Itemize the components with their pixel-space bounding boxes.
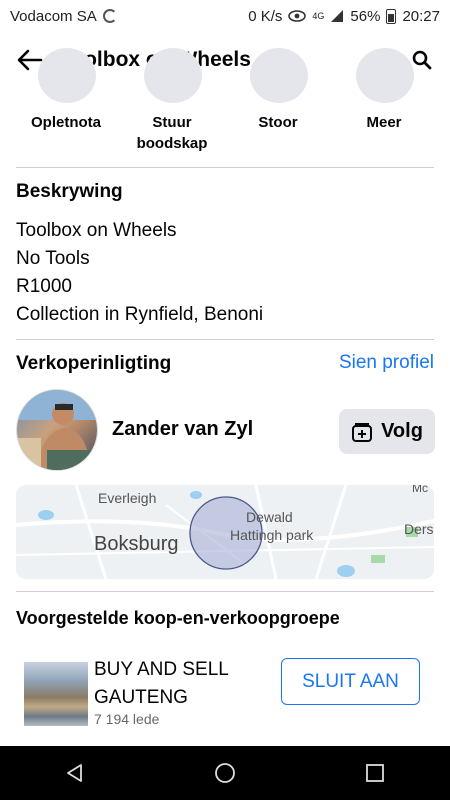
seller-avatar[interactable] [16, 389, 98, 471]
description-line: R1000 [16, 276, 72, 297]
description-body: Toolbox on Wheels No Tools R1000 Collect… [16, 217, 263, 329]
network-type: 4G [312, 11, 325, 21]
eye-icon [288, 10, 307, 22]
battery-icon [386, 8, 397, 24]
message-button[interactable]: Stuur boodskap [122, 48, 222, 168]
join-group-button[interactable]: SLUIT AAN [281, 658, 420, 705]
location-map[interactable]: Everleigh Boksburg Dewald Hattingh park … [16, 485, 434, 579]
map-label: Mc [412, 485, 428, 495]
more-label: Meer [366, 114, 402, 131]
map-roads [16, 485, 434, 579]
view-profile-link[interactable]: Sien profiel [339, 352, 434, 374]
save-label: Stoor [258, 114, 298, 131]
carrier-label: Vodacom SA [10, 7, 97, 25]
groups-heading: Voorgestelde koop-en-verkoopgroepe [16, 608, 340, 628]
battery-percent: 56% [350, 7, 381, 25]
recents-nav-icon[interactable] [364, 762, 386, 784]
map-label: Boksburg [94, 533, 179, 555]
seller-heading: Verkoperinligting [16, 353, 172, 374]
home-nav-icon[interactable] [214, 762, 236, 784]
listing-actions: Opletnota Stuur boodskap Stoor Meer [16, 48, 434, 168]
search-icon [412, 50, 432, 70]
map-label: Everleigh [98, 490, 157, 506]
page-title: Toolbox on Wheels [60, 48, 251, 71]
map-label: Hattingh park [230, 527, 314, 543]
avatar-photo [17, 390, 97, 470]
note-label: Opletnota [31, 114, 101, 131]
description-heading: Beskrywing [16, 181, 123, 202]
map-label: Dersl [404, 521, 434, 537]
note-button[interactable]: Opletnota [16, 48, 116, 168]
follow-label: Volg [381, 420, 423, 442]
divider [16, 167, 434, 168]
back-nav-icon[interactable] [64, 762, 86, 784]
network-speed: 0 K/s [248, 7, 283, 25]
follow-button[interactable]: Volg [339, 409, 435, 454]
divider [16, 591, 434, 592]
description-line: Toolbox on Wheels [16, 220, 177, 241]
message-label: Stuur boodskap [136, 114, 208, 152]
follow-icon [352, 422, 373, 442]
group-name[interactable]: BUY AND SELL GAUTENG [94, 656, 274, 712]
note-icon [38, 48, 96, 103]
system-nav-bar [0, 746, 450, 800]
bookmark-icon [250, 48, 308, 103]
save-button[interactable]: Stoor [228, 48, 328, 168]
description-line: No Tools [16, 248, 90, 269]
signal-icon [331, 10, 344, 22]
status-bar: Vodacom SA 0 K/s 4G 56% 20:27 [0, 0, 450, 32]
sync-icon [102, 9, 117, 23]
map-label: Dewald [246, 509, 293, 525]
group-member-count: 7 194 lede [94, 711, 160, 727]
divider [16, 339, 434, 340]
more-icon [356, 48, 414, 103]
message-icon [144, 48, 202, 103]
description-line: Collection in Rynfield, Benoni [16, 304, 264, 325]
more-button[interactable]: Meer [334, 48, 434, 168]
clock: 20:27 [402, 7, 440, 25]
seller-name[interactable]: Zander van Zyl [112, 418, 253, 441]
group-thumbnail[interactable] [24, 662, 88, 726]
